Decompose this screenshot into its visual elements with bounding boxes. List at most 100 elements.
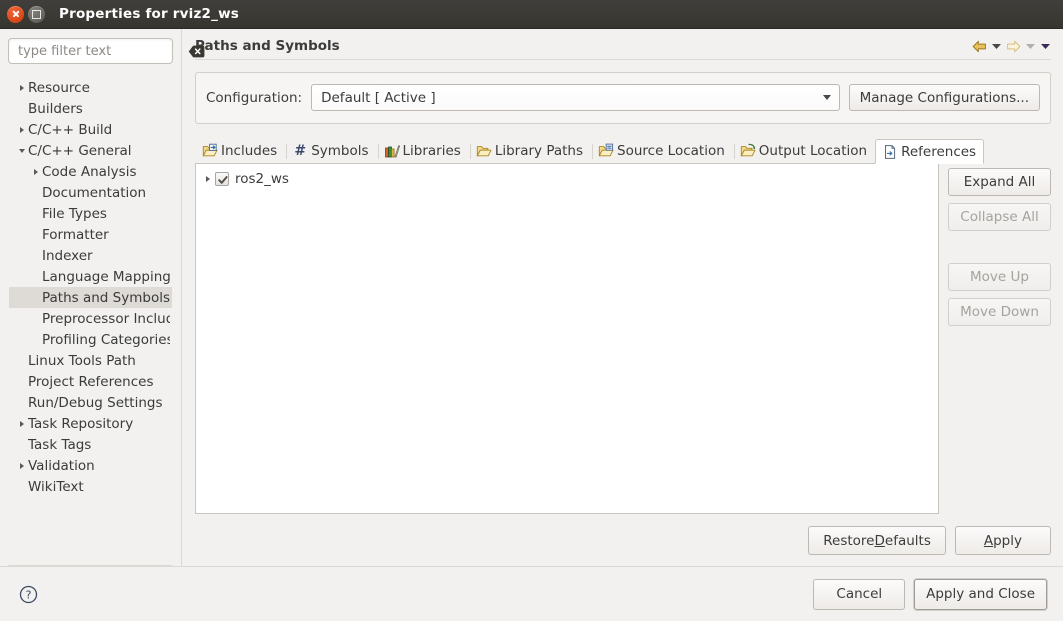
- sidebar-item-label: Builders: [28, 100, 83, 117]
- sidebar-item-label: Project References: [28, 373, 154, 390]
- sidebar-item-label: Documentation: [42, 184, 147, 201]
- sidebar-item-file-types[interactable]: File Types: [9, 203, 172, 224]
- chevron-right-icon[interactable]: [15, 420, 28, 427]
- table-row[interactable]: ros2_ws: [196, 168, 938, 190]
- tab-references[interactable]: References: [875, 139, 985, 164]
- sidebar-item-code-analysis[interactable]: Code Analysis: [9, 161, 172, 182]
- sidebar-item-c-c-build[interactable]: C/C++ Build: [9, 119, 172, 140]
- title-bar: Properties for rviz2_ws: [0, 0, 1063, 29]
- apply-after: pply: [993, 532, 1022, 549]
- sidebar-item-label: Preprocessor Include: [42, 310, 170, 327]
- sidebar-item-profiling-categories[interactable]: Profiling Categories: [9, 329, 172, 350]
- apply-mnemonic: A: [983, 532, 994, 549]
- sidebar-item-formatter[interactable]: Formatter: [9, 224, 172, 245]
- list-action-buttons: Expand All Collapse All Move Up Move Down: [948, 163, 1051, 514]
- dialog-body: Resource Builders C/C++ Build C/C++ General…: [0, 29, 1063, 566]
- move-up-button: Move Up: [948, 263, 1051, 291]
- tab-label: Symbols: [311, 143, 369, 159]
- references-list[interactable]: ros2_ws: [195, 163, 939, 514]
- hash-symbol-icon: #: [294, 143, 307, 159]
- sidebar-item-label: File Types: [42, 205, 107, 222]
- dialog-footer: ? Cancel Apply and Close: [0, 566, 1063, 621]
- svg-text:?: ?: [25, 588, 31, 601]
- tab-output-location[interactable]: Output Location: [733, 138, 875, 163]
- sidebar-item-validation[interactable]: Validation: [9, 455, 172, 476]
- sidebar-item-documentation[interactable]: Documentation: [9, 182, 172, 203]
- configuration-group: Configuration: Default [ Active ] Manage…: [195, 72, 1051, 124]
- row-checkbox[interactable]: [215, 172, 229, 186]
- output-folder-icon: [740, 143, 756, 159]
- sidebar-item-task-tags[interactable]: Task Tags: [9, 434, 172, 455]
- tab-includes[interactable]: Includes: [195, 138, 285, 163]
- sidebar-item-label: Indexer: [42, 247, 93, 264]
- move-down-button: Move Down: [948, 298, 1051, 326]
- tab-symbols[interactable]: # Symbols: [285, 138, 376, 163]
- sidebar-item-label: Linux Tools Path: [28, 352, 136, 369]
- sidebar-item-label: Task Repository: [28, 415, 134, 432]
- tab-label: Includes: [221, 143, 278, 159]
- restore-defaults-button[interactable]: Restore Defaults: [808, 526, 946, 555]
- sidebar-item-label: Task Tags: [28, 436, 92, 453]
- sidebar-item-c-c-general[interactable]: C/C++ General: [9, 140, 172, 161]
- references-document-icon: [882, 144, 898, 160]
- sidebar-item-label: C/C++ Build: [28, 121, 113, 138]
- sidebar-item-resource[interactable]: Resource: [9, 77, 172, 98]
- footer-buttons: Cancel Apply and Close: [813, 578, 1047, 610]
- help-question-icon[interactable]: ?: [18, 584, 38, 604]
- settings-sidebar: Resource Builders C/C++ Build C/C++ General…: [0, 29, 205, 566]
- chevron-right-icon[interactable]: [15, 462, 28, 469]
- collapse-all-button: Collapse All: [948, 203, 1051, 231]
- expand-all-button[interactable]: Expand All: [948, 168, 1051, 196]
- chevron-right-icon[interactable]: [201, 176, 215, 182]
- sidebar-item-preprocessor-include[interactable]: Preprocessor Include: [9, 308, 172, 329]
- tab-label: Libraries: [402, 143, 461, 159]
- chevron-right-icon[interactable]: [15, 84, 28, 91]
- maximize-icon[interactable]: [28, 5, 45, 23]
- sidebar-item-wikitext[interactable]: WikiText: [9, 476, 172, 497]
- sidebar-item-run-debug-settings[interactable]: Run/Debug Settings: [9, 392, 172, 413]
- window-title: Properties for rviz2_ws: [59, 6, 239, 22]
- search-input[interactable]: [18, 43, 188, 59]
- manage-configurations-button[interactable]: Manage Configurations...: [848, 84, 1040, 111]
- tab-label: Output Location: [758, 143, 868, 159]
- page-action-buttons: Restore Defaults Apply: [195, 514, 1051, 566]
- sidebar-item-language-mappings[interactable]: Language Mappings: [9, 266, 172, 287]
- settings-page: Paths and Symbols Configuration: Default…: [182, 29, 1063, 566]
- chevron-down-icon: [822, 95, 831, 100]
- tab-libraries[interactable]: Libraries: [377, 138, 469, 163]
- configuration-selected-value: Default [ Active ]: [321, 89, 436, 106]
- tab-source-location[interactable]: Source Location: [591, 138, 733, 163]
- chevron-down-icon[interactable]: [15, 148, 28, 153]
- settings-tree[interactable]: Resource Builders C/C++ Build C/C++ General…: [8, 73, 173, 566]
- back-arrow-icon[interactable]: [972, 40, 987, 53]
- sidebar-item-indexer[interactable]: Indexer: [9, 245, 172, 266]
- tab-label: Library Paths: [494, 143, 584, 159]
- cancel-button[interactable]: Cancel: [813, 578, 906, 610]
- sidebar-item-label: WikiText: [28, 478, 84, 495]
- sidebar-item-task-repository[interactable]: Task Repository: [9, 413, 172, 434]
- tab-label: Source Location: [617, 143, 725, 159]
- forward-arrow-icon: [1006, 40, 1021, 53]
- page-header: Paths and Symbols: [195, 29, 1051, 60]
- forward-dropdown-arrow-icon: [1025, 42, 1036, 50]
- filter-box[interactable]: [8, 38, 205, 64]
- apply-button[interactable]: Apply: [954, 526, 1051, 555]
- configuration-select[interactable]: Default [ Active ]: [311, 84, 840, 111]
- back-dropdown-arrow-icon[interactable]: [991, 42, 1002, 50]
- close-icon[interactable]: [7, 5, 24, 23]
- apply-and-close-button[interactable]: Apply and Close: [914, 578, 1047, 610]
- sidebar-item-builders[interactable]: Builders: [9, 98, 172, 119]
- source-folder-icon: [598, 143, 614, 159]
- tab-library-paths[interactable]: Library Paths: [469, 138, 591, 163]
- chevron-right-icon[interactable]: [15, 126, 28, 133]
- sidebar-item-linux-tools-path[interactable]: Linux Tools Path: [9, 350, 172, 371]
- chevron-right-icon[interactable]: [29, 168, 42, 175]
- sidebar-item-label: Code Analysis: [42, 163, 137, 180]
- clear-icon[interactable]: [188, 45, 205, 58]
- sidebar-item-project-references[interactable]: Project References: [9, 371, 172, 392]
- view-menu-dropdown-arrow-icon[interactable]: [1040, 42, 1051, 50]
- sidebar-item-paths-and-symbols[interactable]: Paths and Symbols: [9, 287, 172, 308]
- sidebar-item-label: Resource: [28, 79, 90, 96]
- sidebar-item-label: Run/Debug Settings: [28, 394, 163, 411]
- restore-defaults-mnemonic: D: [874, 532, 885, 549]
